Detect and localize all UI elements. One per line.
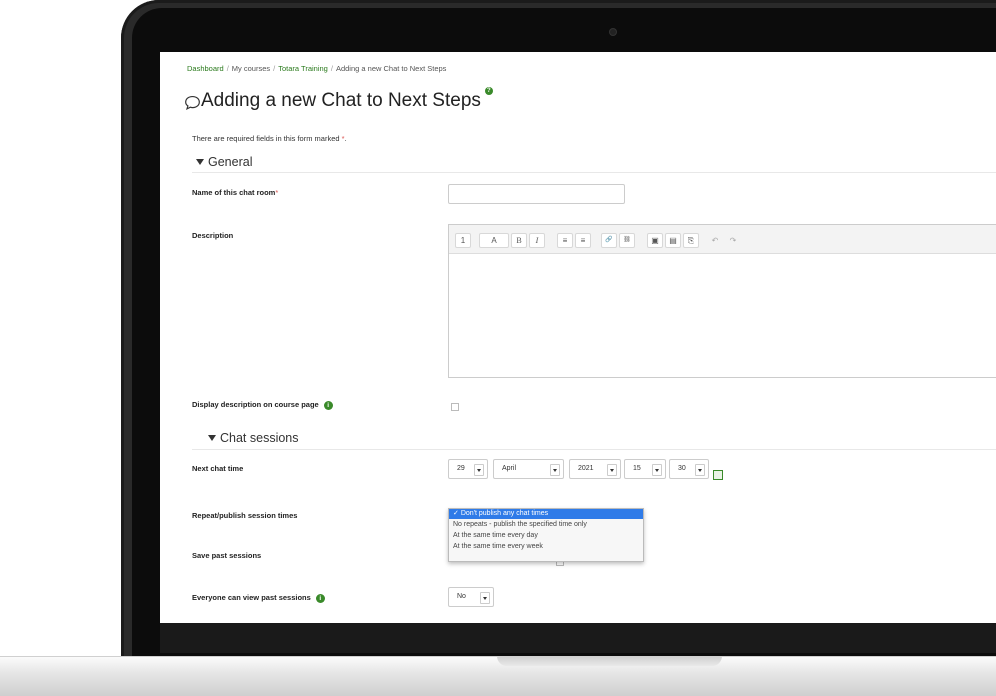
minute-select-value: 30 [678,465,686,472]
field-label-name-text: Name of this chat room [192,188,276,197]
field-label-repeat: Repeat/publish session times [192,511,298,520]
breadcrumb: Dashboard / My courses / Totara Training / Add… [187,64,446,73]
breadcrumb-separator: / [330,64,333,73]
chat-icon [185,95,200,111]
repeat-option[interactable]: No repeats - publish the specified time … [449,520,643,530]
unlink-button[interactable]: ⛓ [619,233,635,248]
section-general-label: General [208,155,253,169]
link-button[interactable]: 🔗 [601,233,617,248]
undo-button[interactable]: ↶ [707,233,723,248]
field-label-display-description: Display description on course page i [192,400,333,410]
everyone-view-select-value: No [457,593,466,600]
help-icon[interactable]: i [323,400,333,410]
help-icon[interactable]: i [315,593,325,603]
field-label-description: Description [192,231,234,240]
font-style-button[interactable]: A [479,233,509,248]
chevron-down-icon [474,464,484,476]
chevron-down-icon [480,592,490,604]
month-select[interactable]: April [493,459,564,479]
page-title-text: Adding a new Chat to Next Steps [201,90,481,111]
check-icon: ✓ [453,510,459,517]
unordered-list-button[interactable]: ≡ [557,233,573,248]
file-manager-button[interactable]: ⎘ [683,233,699,248]
repeat-option[interactable]: At the same time every day [449,531,643,541]
chevron-down-icon [652,464,662,476]
repeat-option[interactable]: At the same time every week [449,542,643,552]
required-note-text: There are required fields in this form m… [192,134,340,143]
chevron-down-icon [695,464,705,476]
page-title: Adding a new Chat to Next Steps? [201,87,493,112]
month-select-value: April [502,465,517,472]
required-note: There are required fields in this form m… [192,134,347,143]
field-label-everyone-view-text: Everyone can view past sessions [192,593,311,602]
field-label-everyone-view: Everyone can view past sessions i [192,593,325,603]
repeat-dropdown-list[interactable]: ✓ Don't publish any chat times No repeat… [448,508,644,562]
field-label-save-past: Save past sessions [192,551,262,560]
section-divider [192,172,996,173]
minute-select[interactable]: 30 [669,459,709,479]
laptop-base-notch [497,656,722,666]
day-select[interactable]: 29 [448,459,488,479]
ordered-list-button[interactable]: ≡ [575,233,591,248]
repeat-option-label: Don't publish any chat times [460,510,549,517]
day-select-value: 29 [457,465,465,472]
laptop-chin [160,623,996,653]
everyone-view-select[interactable]: No [448,587,494,607]
section-chat-sessions-label: Chat sessions [220,431,299,445]
collapse-toolbar-button[interactable]: 1 [455,233,471,248]
screen: Dashboard / My courses / Totara Training / Add… [160,52,996,623]
section-chat-sessions[interactable]: Chat sessions [208,431,299,445]
required-marker: * [341,134,345,143]
chevron-down-icon [550,464,560,476]
calendar-icon[interactable] [713,470,723,480]
breadcrumb-separator: / [226,64,229,73]
caret-down-icon [208,435,216,441]
repeat-option-label: At the same time every week [453,543,543,550]
section-divider [192,449,996,450]
camera-icon [610,29,616,35]
hour-select-value: 15 [633,465,641,472]
field-label-next-chat-time: Next chat time [192,464,244,473]
editor-toolbar: 1 A B I ≡ ≡ 🔗 ⛓ ▣ ▤ ⎘ ↶ ↷ [449,225,996,254]
breadcrumb-separator: / [273,64,276,73]
year-select-value: 2021 [578,465,594,472]
breadcrumb-dashboard[interactable]: Dashboard [187,64,224,73]
breadcrumb-totara-training[interactable]: Totara Training [278,64,328,73]
media-button[interactable]: ▤ [665,233,681,248]
year-select[interactable]: 2021 [569,459,621,479]
caret-down-icon [196,159,204,165]
info-icon[interactable]: ? [484,87,493,95]
image-button[interactable]: ▣ [647,233,663,248]
chat-room-name-input[interactable] [448,184,625,204]
repeat-option[interactable]: ✓ Don't publish any chat times [449,509,643,519]
repeat-option-label: At the same time every day [453,532,538,539]
chevron-down-icon [607,464,617,476]
italic-button[interactable]: I [529,233,545,248]
field-label-display-description-text: Display description on course page [192,400,319,409]
breadcrumb-current: Adding a new Chat to Next Steps [335,64,447,73]
hour-select[interactable]: 15 [624,459,666,479]
bold-button[interactable]: B [511,233,527,248]
description-editor[interactable]: 1 A B I ≡ ≡ 🔗 ⛓ ▣ ▤ ⎘ ↶ ↷ [448,224,996,378]
display-description-checkbox[interactable] [451,403,459,411]
section-general[interactable]: General [196,155,252,169]
breadcrumb-my-courses[interactable]: My courses [232,64,270,73]
required-marker: * [275,188,279,197]
repeat-option-label: No repeats - publish the specified time … [453,521,587,528]
redo-button[interactable]: ↷ [725,233,741,248]
field-label-name: Name of this chat room* [192,188,278,197]
